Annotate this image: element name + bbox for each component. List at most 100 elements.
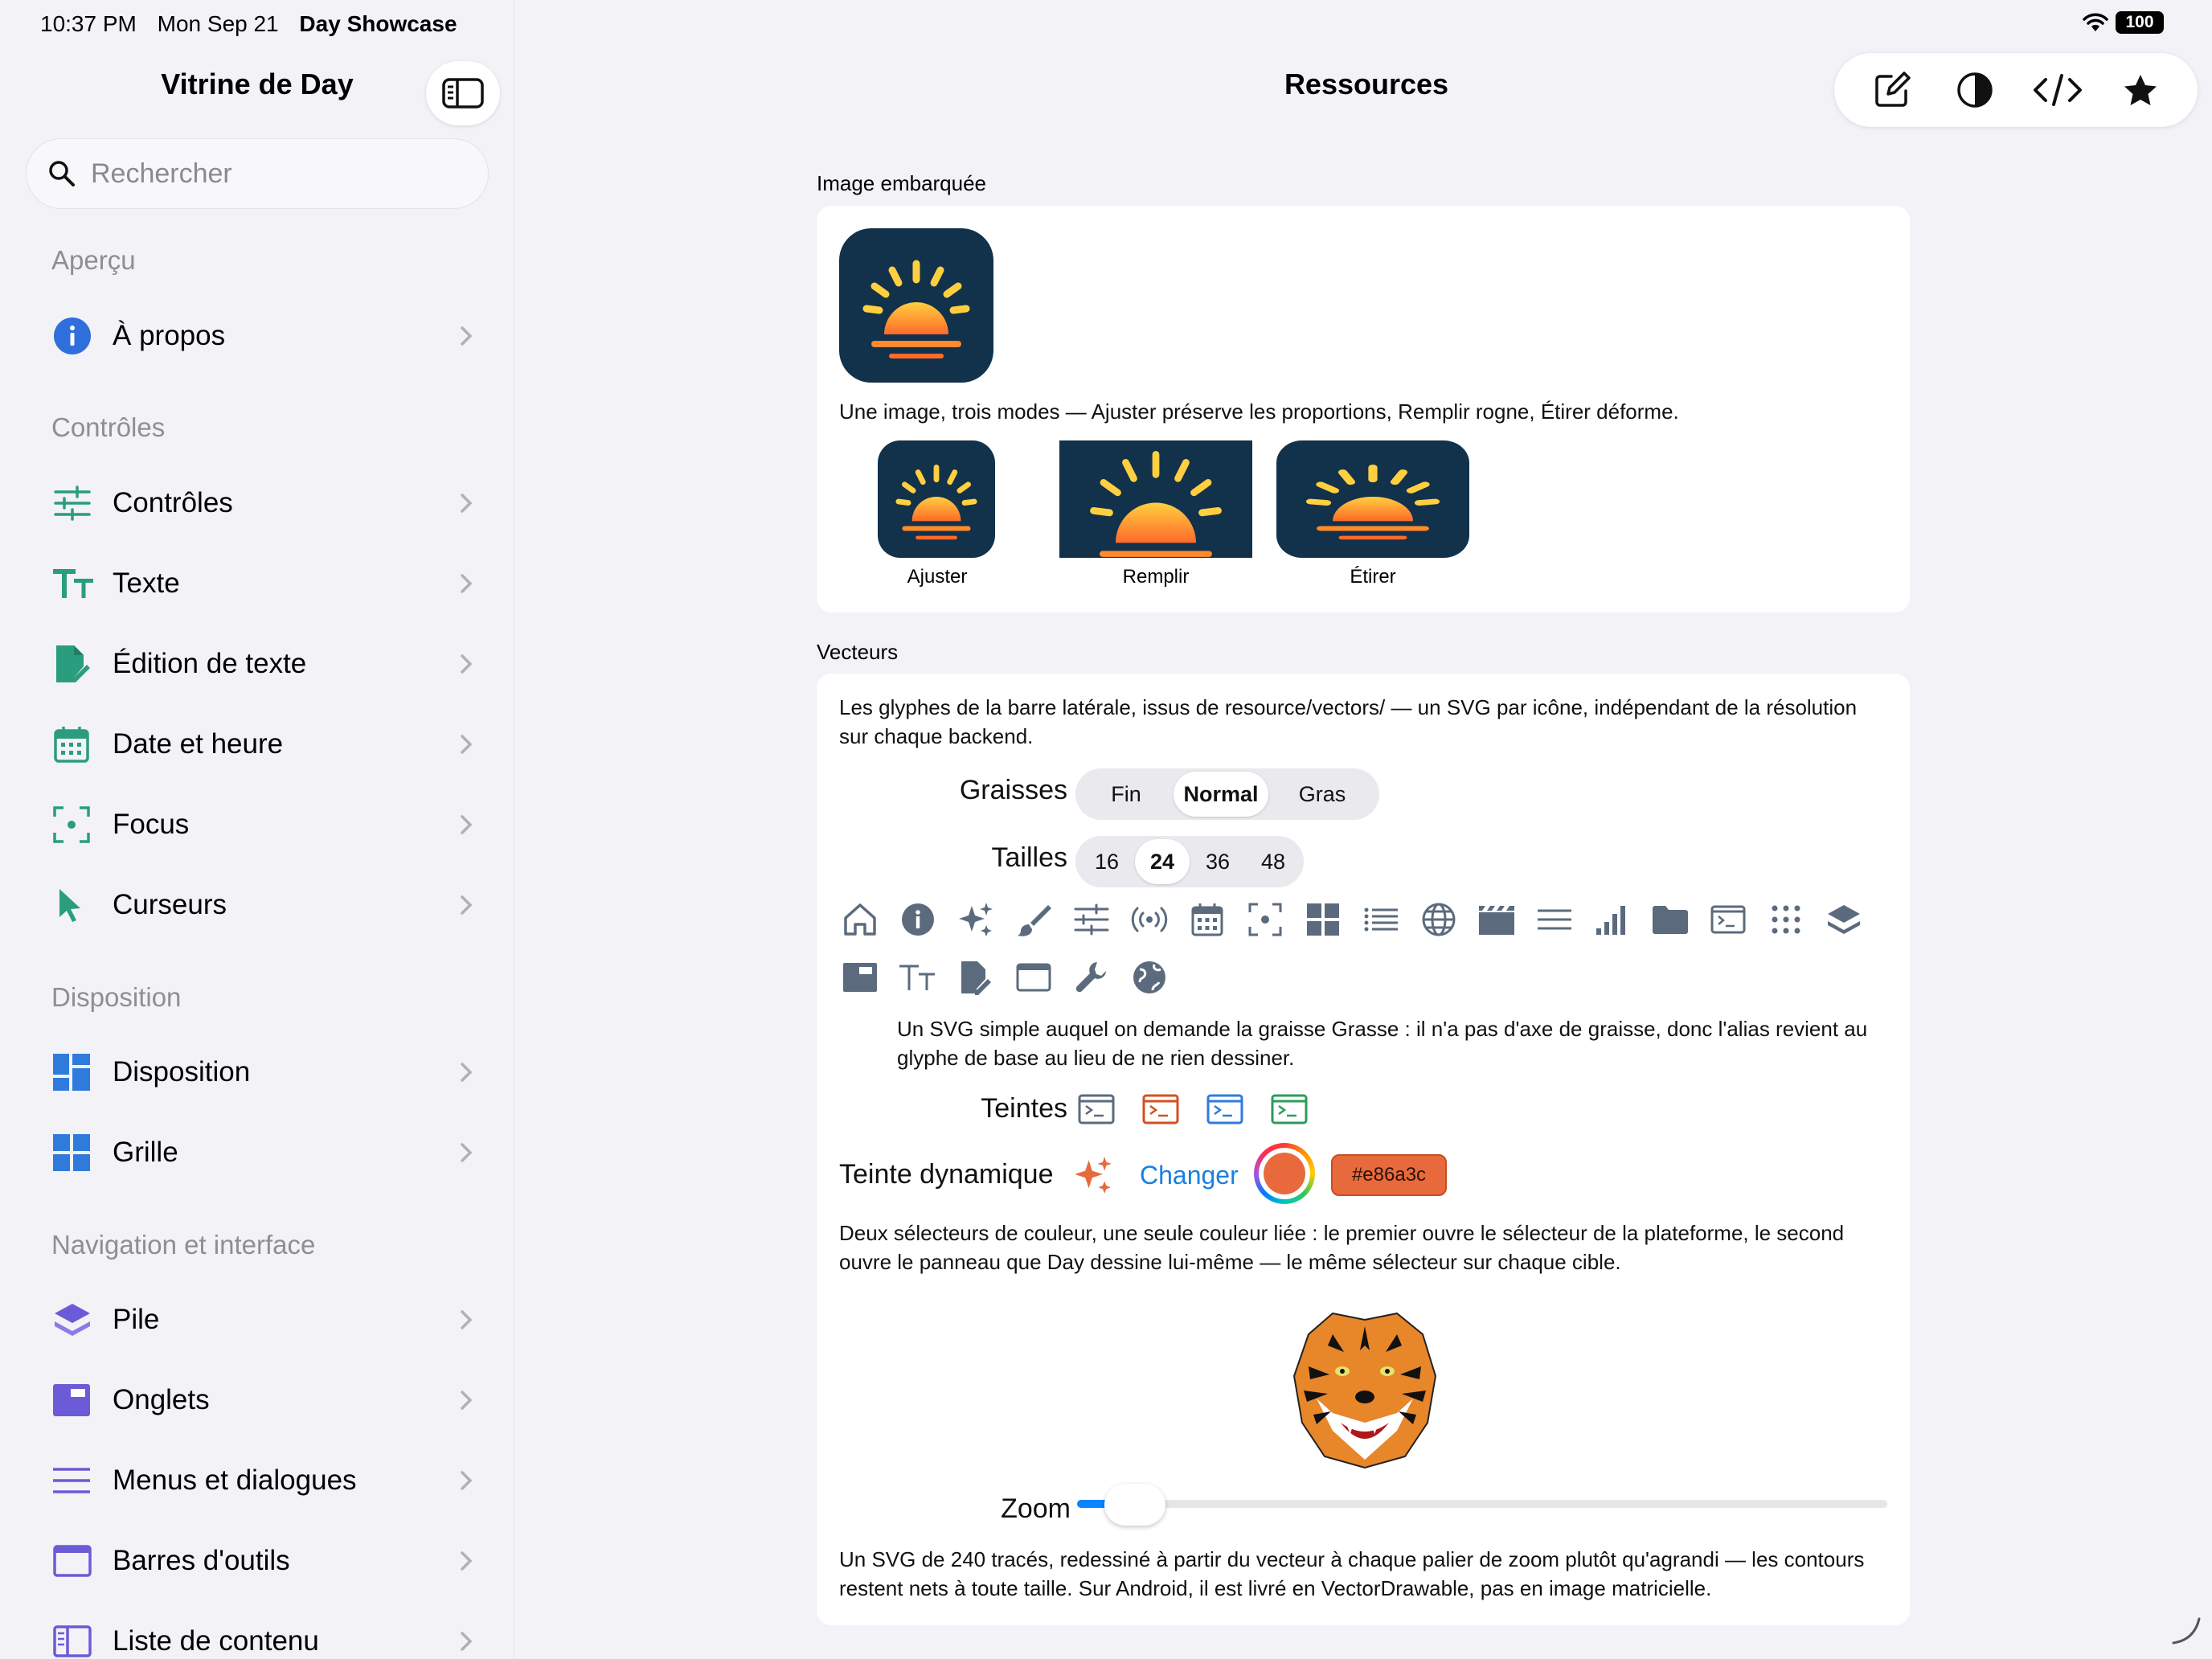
search-icon [49, 161, 75, 186]
sidebar-item-focus[interactable]: Focus [32, 793, 482, 857]
zoom-label: Zoom [1001, 1493, 1071, 1524]
terminal-icon-tint-orange [1140, 1088, 1182, 1130]
sidebar-item-menus-et-dialogues[interactable]: Menus et dialogues [32, 1448, 482, 1513]
battery-icon: 100 [2116, 11, 2164, 34]
chevron-right-icon [461, 654, 473, 674]
folder-icon [1649, 899, 1691, 940]
embedded-image-card: Une image, trois modes — Ajuster préserv… [817, 206, 1910, 612]
menu-icon [53, 1468, 90, 1493]
window-icon [1013, 956, 1055, 998]
document-edit-icon [955, 956, 997, 998]
chevron-right-icon [461, 895, 473, 915]
chevron-right-icon [461, 1471, 473, 1490]
sizes-label: Tailles [991, 842, 1067, 873]
sidebar-item-onglets[interactable]: Onglets [32, 1368, 482, 1432]
sidebar-toggle-button[interactable] [426, 61, 500, 125]
compose-button[interactable] [1860, 58, 1924, 122]
contrast-button[interactable] [1943, 58, 2007, 122]
size-option-24[interactable]: 24 [1135, 839, 1190, 884]
size-option-48[interactable]: 48 [1246, 839, 1301, 884]
color-well[interactable] [1254, 1143, 1315, 1204]
sidebar-item-label: Contrôles [113, 487, 233, 518]
tints-label: Teintes [981, 1093, 1067, 1124]
list-detail-icon [53, 1625, 92, 1657]
weight-option-fin[interactable]: Fin [1079, 772, 1174, 817]
text-size-icon [53, 569, 93, 598]
layout-icon [53, 1054, 90, 1091]
focus-icon [1244, 899, 1286, 940]
bars-chart-icon [1591, 899, 1633, 940]
calendar-icon [54, 727, 89, 763]
weight-option-normal[interactable]: Normal [1174, 772, 1268, 817]
status-date: Mon Sep 21 [157, 11, 279, 36]
vectors-intro: Les glyphes de la barre latérale, issus … [839, 695, 1858, 748]
sparkles-icon-dynamic [1072, 1154, 1114, 1196]
chevron-right-icon [461, 1551, 473, 1571]
grid-icon [1302, 899, 1344, 940]
mode-caption-etirer: Étirer [1350, 566, 1396, 588]
sidebar-item-grille[interactable]: Grille [32, 1120, 482, 1185]
terminal-icon-tint-gray [1075, 1088, 1117, 1130]
status-app-name: Day Showcase [299, 11, 457, 36]
home-icon [839, 899, 881, 940]
chevron-right-icon [461, 1391, 473, 1410]
sidebar-item-curseurs[interactable]: Curseurs [32, 873, 482, 937]
size-option-16[interactable]: 16 [1079, 839, 1135, 884]
chevron-right-icon [461, 1063, 473, 1082]
mode-caption-ajuster: Ajuster [907, 566, 968, 588]
clapperboard-icon [1476, 899, 1518, 940]
sliders-icon [1071, 899, 1112, 940]
vectors-card: Les glyphes de la barre latérale, issus … [817, 674, 1910, 1625]
sidebar-item-label: Barres d'outils [113, 1545, 290, 1576]
hex-color-badge[interactable]: #e86a3c [1331, 1154, 1447, 1196]
change-color-link[interactable]: Changer [1140, 1161, 1239, 1190]
sidebar-item-a-propos[interactable]: À propos [32, 304, 482, 368]
zoom-slider-track[interactable] [1077, 1500, 1887, 1508]
dots-grid-icon [1765, 899, 1807, 940]
sidebar-item-label: Liste de contenu [113, 1625, 319, 1657]
pickers-note: Deux sélecteurs de couleur, une seule co… [839, 1221, 1845, 1274]
status-bar: 10:37 PM Mon Sep 21 Day Showcase [40, 11, 457, 37]
size-option-36[interactable]: 36 [1190, 839, 1246, 884]
chevron-right-icon [461, 574, 473, 593]
text-size-icon [897, 956, 939, 998]
sidebar-item-liste-de-contenu[interactable]: Liste de contenu [32, 1609, 482, 1659]
tabs-icon [53, 1384, 90, 1416]
zoom-slider-thumb[interactable] [1104, 1484, 1166, 1526]
sidebar-item-label: À propos [113, 320, 226, 351]
chevron-right-icon [461, 494, 473, 513]
sizes-segmented-control: 16 24 36 48 [1075, 836, 1304, 887]
weight-note: Un SVG simple auquel on demande la grais… [897, 1017, 1868, 1070]
chevron-right-icon [461, 326, 473, 346]
weight-option-gras[interactable]: Gras [1268, 772, 1376, 817]
sidebar-item-texte[interactable]: Texte [32, 551, 482, 616]
focus-icon [53, 806, 90, 843]
section-header-apercu: Aperçu [51, 245, 136, 275]
search-field[interactable] [26, 138, 489, 209]
terminal-icon-tint-blue [1204, 1088, 1246, 1130]
favorite-button[interactable] [2108, 58, 2173, 122]
search-input[interactable] [91, 158, 461, 190]
stack-icon [55, 1304, 90, 1336]
sidebar-item-date-et-heure[interactable]: Date et heure [32, 712, 482, 776]
globe-icon [1418, 899, 1460, 940]
sidebar: 10:37 PM Mon Sep 21 Day Showcase Vitrine… [0, 0, 514, 1659]
chevron-right-icon [461, 735, 473, 754]
weights-segmented-control: Fin Normal Gras [1075, 768, 1379, 820]
weights-label: Graisses [959, 775, 1067, 805]
toolbar [1834, 53, 2198, 127]
sidebar-item-controles[interactable]: Contrôles [32, 471, 482, 535]
sidebar-item-label: Texte [113, 567, 180, 599]
sidebar-item-disposition[interactable]: Disposition [32, 1040, 482, 1104]
sidebar-item-barres-d-outils[interactable]: Barres d'outils [32, 1529, 482, 1593]
chevron-right-icon [461, 1143, 473, 1162]
terminal-icon-tint-green [1268, 1088, 1310, 1130]
sidebar-item-label: Menus et dialogues [113, 1464, 357, 1496]
sidebar-item-label: Focus [113, 809, 190, 840]
sidebar-item-pile[interactable]: Pile [32, 1288, 482, 1352]
layers-icon [1823, 899, 1865, 940]
sidebar-item-edition-de-texte[interactable]: Édition de texte [32, 632, 482, 696]
code-icon [2033, 74, 2082, 106]
code-button[interactable] [2026, 58, 2090, 122]
calendar-icon [1186, 899, 1228, 940]
